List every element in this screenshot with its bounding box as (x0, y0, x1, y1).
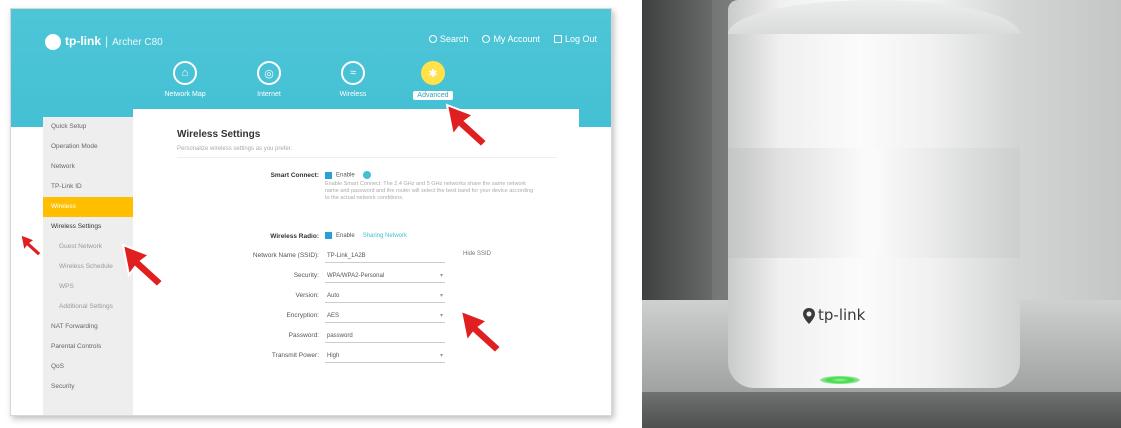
wireless-radio-row: Wireless Radio: Enable Sharing Network (133, 232, 579, 246)
sidebar-item-security[interactable]: Security (43, 377, 133, 397)
logout-icon (553, 35, 562, 43)
encryption-row: Encryption: AES ▾ (133, 311, 579, 325)
account-icon (482, 35, 491, 43)
tab-wireless[interactable]: ≈ Wireless (318, 61, 388, 98)
sidebar-item-tp-link-id[interactable]: TP-Link ID (43, 177, 133, 197)
logout-link[interactable]: Log Out (553, 34, 597, 44)
search-icon (428, 35, 437, 43)
sidebar-item-wireless-settings[interactable]: Wireless Settings (43, 217, 133, 237)
checkbox-checked-icon (325, 171, 332, 179)
security-row: Security: WPA/WPA2-Personal ▾ (133, 271, 579, 285)
red-arrow-icon (457, 307, 505, 355)
smart-connect-label: Smart Connect: (270, 172, 319, 179)
device-logo: tp-link (802, 306, 865, 325)
sidebar-item-nat-forwarding[interactable]: NAT Forwarding (43, 317, 133, 337)
wireless-radio-label: Wireless Radio: (270, 233, 319, 240)
chevron-down-icon: ▾ (439, 273, 443, 279)
tp-link-logo-icon (803, 307, 815, 324)
tab-network-map[interactable]: ⌂ Network Map (150, 61, 220, 98)
security-select[interactable]: WPA/WPA2-Personal ▾ (325, 271, 445, 283)
main-tabs: ⌂ Network Map ◎ Internet ≈ Wireless ✱ Ad… (11, 61, 611, 111)
smart-connect-description: Enable Smart Connect: The 2.4 GHz and 5 … (325, 181, 534, 201)
my-account-link[interactable]: My Account (482, 34, 540, 44)
encryption-select[interactable]: AES ▾ (325, 311, 445, 323)
transmit-power-row: Transmit Power: High ▾ (133, 351, 579, 365)
sidebar-item-qos[interactable]: QoS (43, 357, 133, 377)
chevron-down-icon: ▾ (439, 313, 443, 319)
main-content: Wireless Settings Personalize wireless s… (133, 109, 579, 415)
device-photo: tp-link (642, 0, 1121, 428)
chevron-down-icon: ▾ (439, 293, 443, 299)
password-input[interactable]: password (325, 331, 445, 343)
password-row: Password: password (133, 331, 579, 345)
red-arrow-icon (19, 221, 43, 269)
search-link[interactable]: Search (428, 34, 468, 44)
divider (177, 157, 557, 158)
page-title: Wireless Settings (177, 129, 261, 140)
globe-icon: ◎ (257, 61, 281, 85)
version-row: Version: Auto ▾ (133, 291, 579, 305)
gear-icon: ✱ (421, 61, 445, 85)
chevron-down-icon: ▾ (439, 353, 443, 359)
router-ui-screenshot: tp-link | Archer C80 Search My Account Log… (10, 8, 612, 416)
red-arrow-icon (443, 101, 491, 149)
help-icon[interactable] (362, 171, 371, 179)
wifi-icon: ≈ (341, 61, 365, 85)
ssid-row: Network Name (SSID): TP-Link_1A2B Hide S… (133, 251, 579, 265)
status-led (820, 376, 860, 384)
sidebar-item-additional-settings[interactable]: Additional Settings (43, 297, 133, 317)
top-actions: Search My Account Log Out (428, 34, 597, 44)
red-arrow-icon (119, 241, 167, 289)
wireless-radio-checkbox[interactable]: Enable Sharing Network (325, 232, 407, 244)
sidebar-item-operation-mode[interactable]: Operation Mode (43, 137, 133, 157)
sidebar-item-quick-setup[interactable]: Quick Setup (43, 117, 133, 137)
brand: tp-link | Archer C80 (45, 34, 163, 50)
tp-link-logo-icon (45, 34, 61, 50)
sharing-network-link[interactable]: Sharing Network (363, 233, 407, 239)
checkbox-checked-icon (325, 232, 332, 239)
model-name: Archer C80 (112, 37, 163, 49)
transmit-power-select[interactable]: High ▾ (325, 351, 445, 363)
tab-internet[interactable]: ◎ Internet (234, 61, 304, 98)
brand-name: tp-link (65, 34, 101, 49)
version-select[interactable]: Auto ▾ (325, 291, 445, 303)
hide-ssid-checkbox[interactable]: Hide SSID (463, 251, 491, 257)
network-map-icon: ⌂ (173, 61, 197, 85)
page-subtitle: Personalize wireless settings as you pre… (177, 146, 293, 152)
tab-advanced[interactable]: ✱ Advanced (398, 61, 468, 100)
ssid-input[interactable]: TP-Link_1A2B (325, 251, 445, 263)
sidebar-item-parental-controls[interactable]: Parental Controls (43, 337, 133, 357)
sidebar-item-wireless[interactable]: Wireless (43, 197, 133, 217)
sidebar-item-network[interactable]: Network (43, 157, 133, 177)
